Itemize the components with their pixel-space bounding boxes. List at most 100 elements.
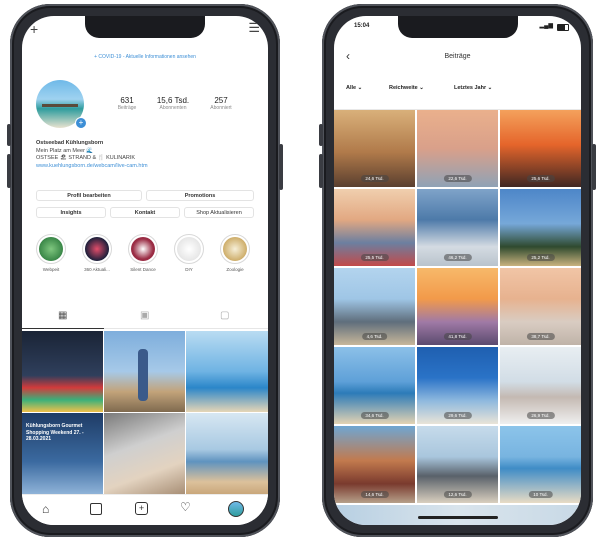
- reach-chip: 14,6 Tsd.: [360, 491, 389, 498]
- filter-all[interactable]: Alle ⌄: [346, 85, 362, 91]
- post-tile[interactable]: 46,2 Tsd.: [417, 189, 498, 266]
- highlight-item[interactable]: Webpeit: [34, 234, 68, 272]
- reels-icon[interactable]: ▣: [140, 310, 149, 321]
- stat-value: 631: [120, 96, 134, 105]
- post-tile[interactable]: 34,6 Tsd.: [334, 347, 415, 424]
- post-tile[interactable]: 22,6 Tsd.: [417, 110, 498, 187]
- insights-button[interactable]: Insights: [36, 207, 106, 218]
- highlight-item[interactable]: DIY: [172, 234, 206, 272]
- highlight-ring: [220, 234, 250, 264]
- post-tile[interactable]: [104, 331, 185, 412]
- reach-chip: 34,6 Tsd.: [360, 412, 389, 419]
- post-tile[interactable]: 14,6 Tsd.: [334, 426, 415, 503]
- notch: [397, 16, 518, 38]
- status-time: 15:04: [354, 23, 370, 29]
- reach-chip: 25,2 Tsd.: [526, 254, 555, 261]
- post-tile[interactable]: 41,8 Tsd.: [417, 268, 498, 345]
- reach-chip: 29,6 Tsd.: [443, 412, 472, 419]
- filter-period[interactable]: Letztes Jahr ⌄: [454, 85, 492, 91]
- event-banner: Kühlungsborn Gourmet Shopping Weekend 27…: [26, 423, 84, 442]
- reach-chip: 24,6 Tsd.: [360, 175, 389, 182]
- notch: [85, 16, 205, 38]
- highlight-label: Webpeit: [42, 267, 60, 272]
- shop-button[interactable]: Shop Aktualisieren: [184, 207, 254, 218]
- post-tile[interactable]: 25,6 Tsd.: [500, 110, 581, 187]
- highlight-item[interactable]: Zoologie: [218, 234, 252, 272]
- home-icon[interactable]: ⌂: [42, 502, 49, 516]
- tab-divider: [104, 328, 268, 329]
- side-button: [279, 144, 283, 190]
- post-tile[interactable]: 24,6 Tsd.: [334, 110, 415, 187]
- next-row-strip: [334, 505, 581, 525]
- side-button: [7, 124, 11, 146]
- active-tab-indicator: [22, 328, 104, 329]
- bio-line: OSTSEE 🏖 STRAND & 🍴 KULINARIK: [36, 155, 136, 161]
- post-tile[interactable]: [22, 331, 103, 412]
- heart-icon[interactable]: ♡: [180, 500, 191, 514]
- reach-chip: 41,8 Tsd.: [443, 333, 472, 340]
- stat-followers[interactable]: 15,6 Tsd. Abonnenten: [150, 96, 196, 111]
- highlight-ring: [128, 234, 158, 264]
- side-button: [319, 154, 323, 188]
- post-tile[interactable]: 25,2 Tsd.: [500, 189, 581, 266]
- highlight-ring: [174, 234, 204, 264]
- add-story-badge[interactable]: +: [75, 117, 87, 129]
- signal-icon: ▂▄▆: [539, 23, 553, 29]
- highlight-item[interactable]: 360 Aktuali...: [80, 234, 114, 272]
- highlight-item[interactable]: Silent Dance: [126, 234, 160, 272]
- stat-label: Abonniert: [210, 105, 232, 111]
- right-screen: 15:04 ▂▄▆ ‹ Beiträge Alle ⌄ Reichweite ⌄…: [334, 16, 581, 525]
- reach-chip: 12,6 Tsd.: [443, 491, 472, 498]
- pier-shape: [42, 104, 78, 107]
- left-screen: + ☰ + COVID-19 - Aktuelle Informationen …: [22, 16, 268, 525]
- reach-chip: 25,5 Tsd.: [360, 254, 389, 261]
- chevron-down-icon: ⌄: [487, 85, 493, 91]
- stat-following[interactable]: 257 Abonniert: [198, 96, 244, 111]
- reach-chip: 25,6 Tsd.: [526, 175, 555, 182]
- promotions-button[interactable]: Promotions: [146, 190, 254, 201]
- post-tile[interactable]: 4,6 Tsd.: [334, 268, 415, 345]
- filter-reach[interactable]: Reichweite ⌄: [389, 85, 424, 91]
- chevron-down-icon: ⌄: [357, 85, 363, 91]
- add-icon[interactable]: +: [135, 502, 148, 515]
- highlight-ring: [82, 234, 112, 264]
- post-tile[interactable]: 25,5 Tsd.: [334, 189, 415, 266]
- highlight-label: 360 Aktuali...: [84, 267, 110, 272]
- tagged-icon[interactable]: ▢: [220, 310, 229, 321]
- reach-chip: 4,6 Tsd.: [361, 333, 388, 340]
- post-tile[interactable]: 26,9 Tsd.: [500, 347, 581, 424]
- side-button: [319, 124, 323, 146]
- post-tile[interactable]: 29,6 Tsd.: [417, 347, 498, 424]
- bio-link[interactable]: www.kuehlungsborn.de/webcam/live-cam.htm: [36, 163, 256, 171]
- reach-chip: 38,7 Tsd.: [526, 333, 555, 340]
- post-tile[interactable]: Kühlungsborn Gourmet Shopping Weekend 27…: [22, 413, 103, 494]
- hamburger-icon[interactable]: ☰: [248, 20, 260, 36]
- plus-icon[interactable]: +: [30, 21, 38, 37]
- highlight-label: Zoologie: [226, 267, 244, 272]
- home-indicator[interactable]: [418, 516, 498, 519]
- edit-profile-button[interactable]: Profil bearbeiten: [36, 190, 142, 201]
- chevron-down-icon: ⌄: [419, 85, 424, 91]
- post-tile[interactable]: [104, 413, 185, 494]
- right-phone: 15:04 ▂▄▆ ‹ Beiträge Alle ⌄ Reichweite ⌄…: [319, 4, 596, 537]
- stat-posts[interactable]: 631 Beiträge: [104, 96, 150, 111]
- filter-label: Letztes Jahr: [454, 85, 487, 91]
- reach-chip: 26,9 Tsd.: [526, 412, 555, 419]
- contact-button[interactable]: Kontakt: [110, 207, 180, 218]
- filter-label: Reichweite: [389, 85, 418, 91]
- post-tile[interactable]: 12,6 Tsd.: [417, 426, 498, 503]
- covid-link[interactable]: + COVID-19 - Aktuelle Informationen anse…: [22, 54, 268, 60]
- stat-value: 257: [214, 96, 228, 105]
- battery-icon: [557, 24, 569, 31]
- profile-avatar[interactable]: [228, 501, 244, 517]
- reach-chip: 46,2 Tsd.: [443, 254, 472, 261]
- highlight-label: Silent Dance: [130, 267, 156, 272]
- grid-icon[interactable]: ▦: [58, 310, 67, 321]
- post-tile[interactable]: 10 Tsd.: [500, 426, 581, 503]
- shop-icon[interactable]: [90, 503, 102, 515]
- post-tile[interactable]: [186, 413, 268, 494]
- post-tile[interactable]: [186, 331, 268, 412]
- reach-chip: 22,6 Tsd.: [443, 175, 472, 182]
- post-tile[interactable]: 38,7 Tsd.: [500, 268, 581, 345]
- statue-shape: [138, 349, 148, 401]
